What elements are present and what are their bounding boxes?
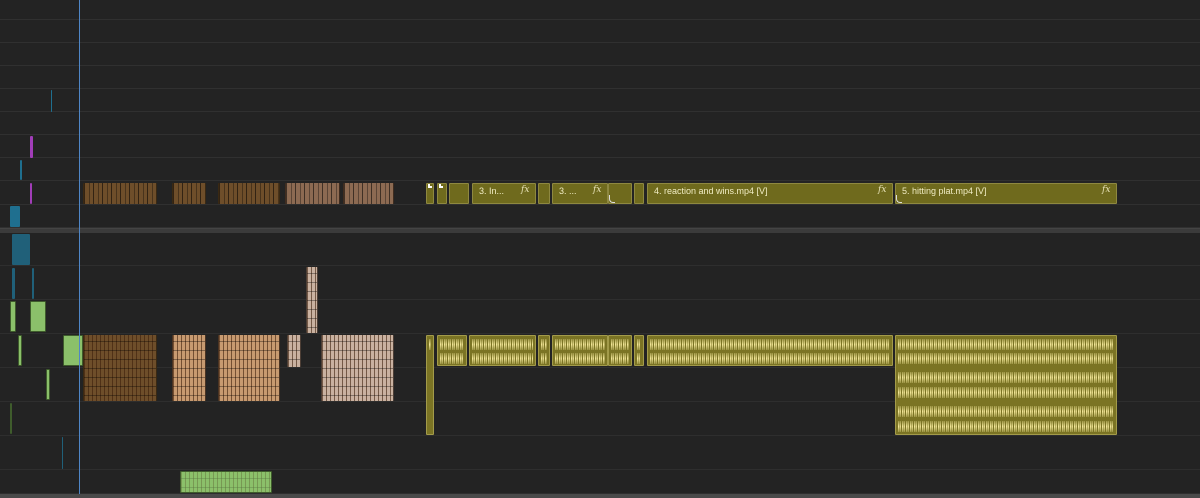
video-clip-olive[interactable] [437, 183, 447, 204]
video-track-5[interactable] [0, 112, 1200, 135]
video-track-3[interactable] [0, 158, 1200, 181]
timeline-panel[interactable]: 3. In... fx 3. ... fx 4. reaction and wi… [0, 0, 1200, 498]
video-clip[interactable] [608, 183, 632, 204]
audio-clip-tan[interactable] [218, 335, 280, 401]
clip-name: 5. hitting plat.mp4 [V] [902, 186, 987, 196]
video-clip[interactable] [538, 183, 550, 204]
video-clip-sliver[interactable] [30, 183, 32, 204]
video-clip[interactable] [634, 183, 644, 204]
audio-clip-olive[interactable] [895, 335, 1117, 435]
audio-clip-sliver[interactable] [32, 268, 34, 299]
audio-clip-green[interactable] [63, 335, 83, 366]
marker-icon [428, 184, 432, 188]
audio-clip-tan[interactable] [306, 267, 318, 333]
audio-clip-sliver[interactable] [12, 234, 30, 265]
fx-icon[interactable]: fx [1102, 185, 1110, 195]
marker-icon [439, 184, 443, 188]
video-clip-sliver[interactable] [20, 160, 22, 180]
audio-clip-olive[interactable] [608, 335, 632, 366]
video-clip-brown[interactable] [218, 183, 280, 204]
audio-track-3[interactable] [0, 300, 1200, 334]
audio-clip-tan[interactable] [287, 335, 301, 367]
audio-clip-tan[interactable] [321, 335, 394, 401]
video-clip-brown[interactable] [343, 183, 394, 204]
playhead[interactable] [79, 0, 80, 494]
audio-clip-olive[interactable] [469, 335, 536, 366]
horizontal-scrollbar[interactable] [0, 494, 1200, 498]
audio-clip-olive[interactable] [634, 335, 644, 366]
audio-clip-olive[interactable] [538, 335, 550, 366]
video-track-10[interactable] [0, 0, 1200, 20]
transition-curve-icon [896, 195, 902, 203]
video-track-4[interactable] [0, 135, 1200, 158]
audio-clip-olive[interactable] [437, 335, 467, 366]
audio-track-7[interactable] [0, 436, 1200, 470]
video-clip-sliver[interactable] [10, 206, 20, 227]
video-clip[interactable]: 3. ... fx [552, 183, 608, 204]
video-clip-olive[interactable] [426, 183, 434, 204]
audio-clip-sliver[interactable] [62, 437, 63, 469]
video-track-9[interactable] [0, 20, 1200, 43]
video-track-8[interactable] [0, 43, 1200, 66]
audio-clip-tan[interactable] [172, 335, 206, 401]
audio-clip-brown[interactable] [83, 335, 157, 401]
audio-clip-green[interactable] [18, 335, 22, 366]
audio-track-1[interactable] [0, 233, 1200, 266]
fx-icon[interactable]: fx [593, 185, 601, 195]
clip-name: 3. ... [559, 186, 577, 196]
video-track-1[interactable] [0, 205, 1200, 228]
video-clip-brown[interactable] [172, 183, 206, 204]
video-track-7[interactable] [0, 66, 1200, 89]
transition-curve-icon [609, 195, 615, 203]
audio-clip-green[interactable] [10, 403, 12, 434]
audio-clip-green[interactable] [30, 301, 46, 332]
fx-icon[interactable]: fx [521, 185, 529, 195]
video-clip-olive[interactable] [449, 183, 469, 204]
video-track-6[interactable] [0, 89, 1200, 112]
video-clip-brown[interactable] [285, 183, 340, 204]
audio-clip-sliver[interactable] [12, 268, 15, 299]
video-clip-sliver[interactable] [51, 90, 52, 112]
audio-clip-olive[interactable] [647, 335, 893, 366]
audio-clip-olive[interactable] [552, 335, 608, 366]
video-clip-brown[interactable] [83, 183, 157, 204]
audio-track-2[interactable] [0, 266, 1200, 300]
fx-icon[interactable]: fx [878, 185, 886, 195]
clip-name: 4. reaction and wins.mp4 [V] [654, 186, 768, 196]
audio-clip-green[interactable] [46, 369, 50, 400]
audio-clip-green[interactable] [180, 471, 272, 493]
audio-clip-green[interactable] [10, 301, 16, 332]
video-clip[interactable]: 4. reaction and wins.mp4 [V] fx [647, 183, 893, 204]
clip-name: 3. In... [479, 186, 505, 196]
video-clip[interactable]: 3. In... fx [472, 183, 536, 204]
video-clip-sliver[interactable] [30, 136, 33, 158]
audio-clip-olive[interactable] [426, 335, 434, 435]
video-clip[interactable]: 5. hitting plat.mp4 [V] fx [895, 183, 1117, 204]
